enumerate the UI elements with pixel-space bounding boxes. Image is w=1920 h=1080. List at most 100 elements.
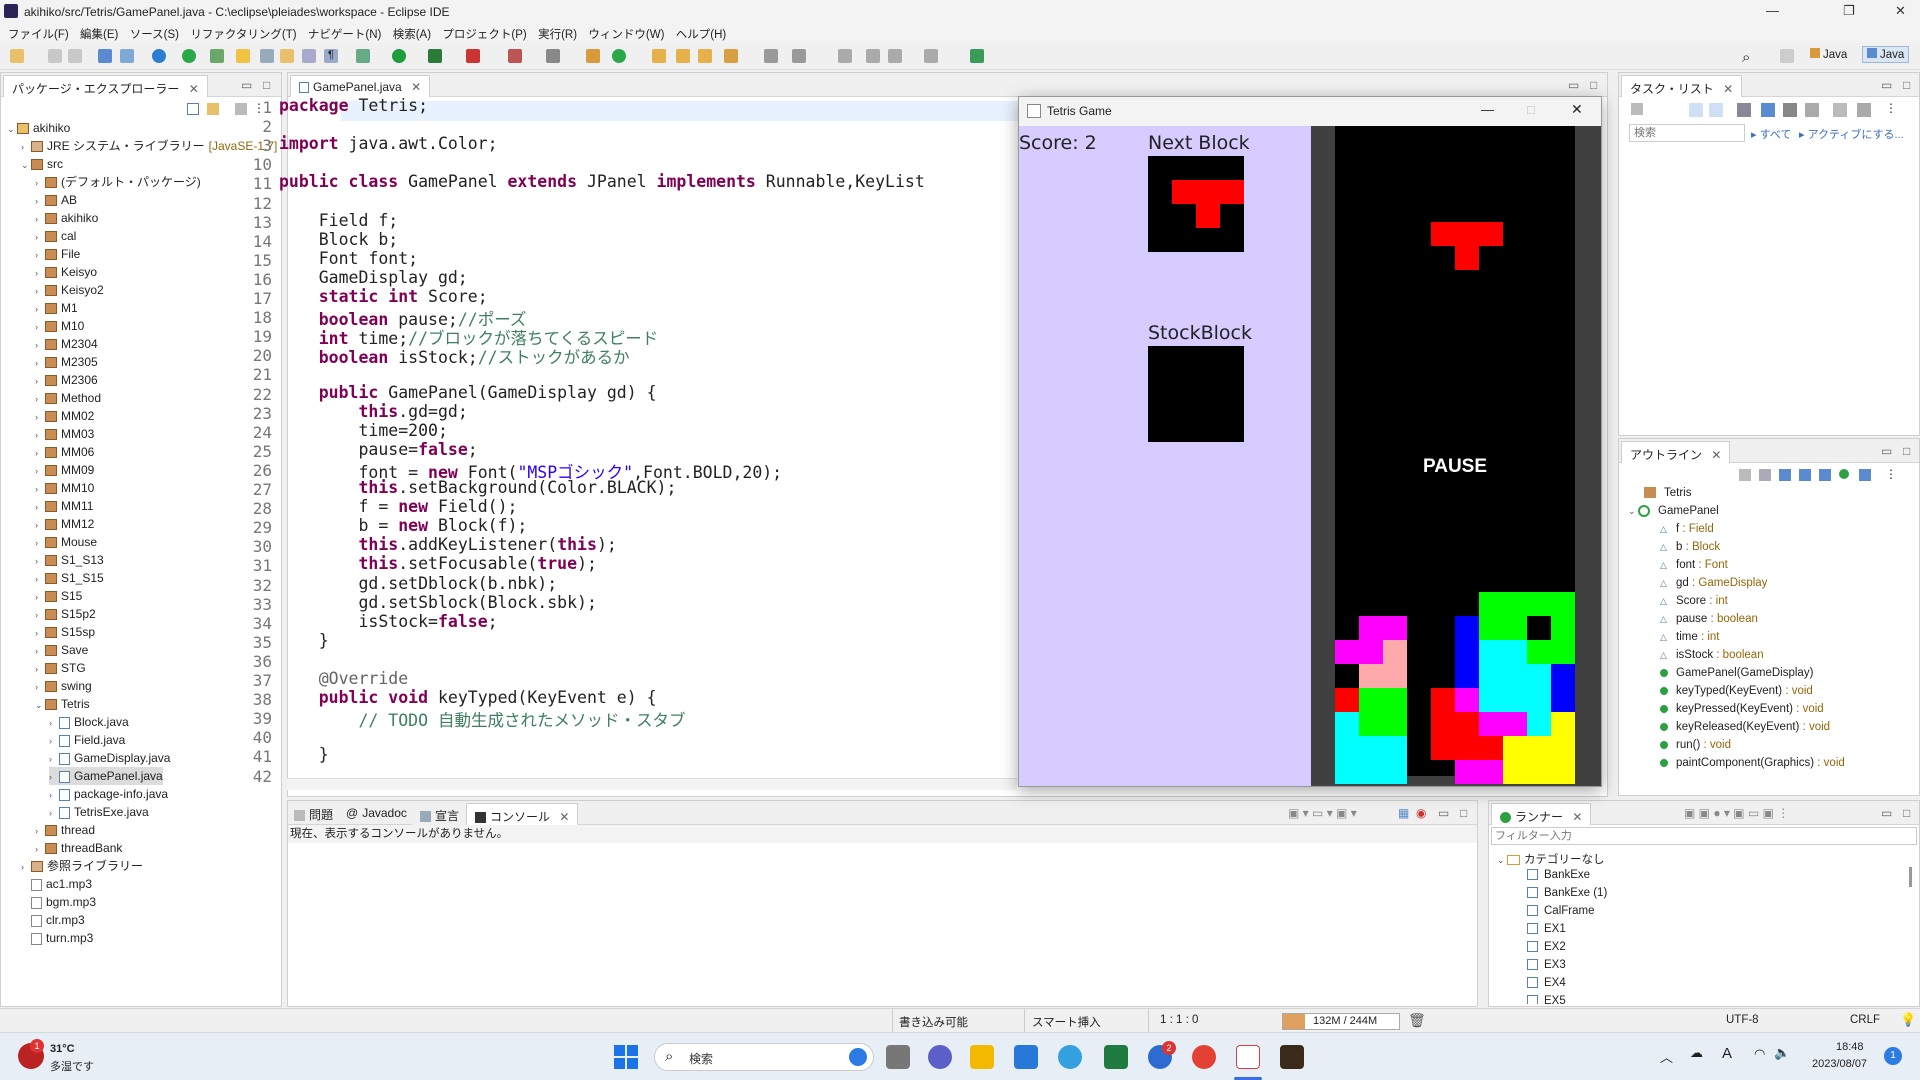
sync-icon[interactable] — [1833, 103, 1847, 117]
runner-category[interactable]: ⌄ カテゴリーなし — [1497, 851, 1605, 867]
filter-icon[interactable] — [1857, 103, 1871, 117]
clock-date[interactable]: 2023/08/07 — [1812, 1058, 1867, 1070]
hide-local-types-icon[interactable] — [1839, 469, 1849, 479]
close-icon[interactable]: ✕ — [1711, 448, 1721, 462]
explorer-item[interactable]: › S1_S13 — [35, 551, 104, 569]
collapse-icon[interactable] — [1783, 103, 1797, 117]
task-search-input[interactable] — [1629, 124, 1745, 142]
chrome-icon[interactable] — [1192, 1045, 1216, 1069]
tab-package-explorer[interactable]: パッケージ・エクスプローラー ✕ — [3, 75, 208, 97]
outline-field[interactable]: △ pause : boolean — [1660, 610, 1758, 628]
explorer-item[interactable]: › cal — [35, 227, 76, 245]
chevron-right-icon[interactable]: › — [35, 516, 45, 534]
hide-completed-icon[interactable] — [1761, 103, 1775, 117]
outline-method[interactable]: keyReleased(KeyEvent) : void — [1660, 718, 1830, 736]
chevron-right-icon[interactable]: › — [35, 534, 45, 552]
menu-edit[interactable]: 編集(E) — [80, 26, 118, 42]
task-view-icon[interactable] — [886, 1045, 910, 1069]
search-toolbar-icon[interactable] — [698, 49, 712, 63]
wifi-icon[interactable]: ◠ — [1754, 1046, 1765, 1062]
open-task-icon[interactable] — [676, 49, 690, 63]
outline-field[interactable]: △ isStock : boolean — [1660, 646, 1764, 664]
explorer-item[interactable]: ⌄ akihiko — [7, 119, 70, 137]
explorer-item[interactable]: ⌄ Tetris — [35, 695, 90, 713]
menu-navigate[interactable]: ナビゲート(N) — [308, 26, 381, 42]
chevron-right-icon[interactable]: › — [21, 858, 31, 876]
chevron-right-icon[interactable]: › — [35, 408, 45, 426]
disconnect-icon[interactable] — [546, 49, 560, 63]
explorer-item[interactable]: › Block.java — [49, 713, 129, 731]
menu-search[interactable]: 検索(A) — [393, 26, 431, 42]
close-icon[interactable]: ✕ — [1571, 101, 1583, 118]
maximize-view-icon[interactable]: □ — [1903, 78, 1910, 92]
outline-class[interactable]: ⌄ GamePanel — [1628, 502, 1719, 520]
explorer-item[interactable]: › GamePanel.java — [49, 767, 163, 785]
hide-fields-icon[interactable] — [1779, 469, 1791, 481]
explorer-item[interactable]: › package-info.java — [49, 785, 168, 803]
explorer-item[interactable]: › thread — [35, 821, 95, 839]
tab-console[interactable]: コンソール ✕ — [466, 803, 579, 825]
chevron-right-icon[interactable]: › — [35, 624, 45, 642]
chevron-right-icon[interactable]: › — [35, 390, 45, 408]
link-editor-icon[interactable] — [1859, 469, 1871, 481]
close-icon[interactable]: ✕ — [1572, 810, 1582, 824]
chevron-right-icon[interactable]: › — [35, 588, 45, 606]
outline-method[interactable]: paintComponent(Graphics) : void — [1660, 754, 1845, 772]
chevron-right-icon[interactable]: › — [35, 336, 45, 354]
heap-status[interactable]: 132M / 244M — [1282, 1013, 1400, 1030]
explorer-item[interactable]: › 参照ライブラリー — [21, 857, 143, 875]
tab-outline[interactable]: アウトライン ✕ — [1621, 441, 1731, 463]
view-menu-icon[interactable]: ⋮ — [253, 101, 265, 115]
outline-method[interactable]: run() : void — [1660, 736, 1731, 754]
chevron-right-icon[interactable]: › — [35, 462, 45, 480]
menu-window[interactable]: ウィンドウ(W) — [588, 26, 664, 42]
explorer-item[interactable]: › File — [35, 245, 80, 263]
explorer-item[interactable]: › M2305 — [35, 353, 98, 371]
search-icon[interactable]: ⌕ — [1742, 49, 1756, 66]
chevron-right-icon[interactable]: › — [49, 750, 59, 768]
maximize-icon[interactable]: ❐ — [1843, 3, 1855, 19]
outline-field[interactable]: △ gd : GameDisplay — [1660, 574, 1767, 592]
chevron-right-icon[interactable]: › — [49, 804, 59, 822]
chevron-right-icon[interactable]: › — [35, 246, 45, 264]
runner-scrollbar[interactable] — [1909, 867, 1912, 887]
expand-icon[interactable] — [1805, 103, 1819, 117]
highlight-icon[interactable] — [236, 49, 250, 63]
encoding[interactable]: UTF-8 — [1726, 1014, 1759, 1026]
volume-icon[interactable]: 🔈 — [1774, 1045, 1790, 1061]
explorer-item[interactable]: bgm.mp3 — [21, 893, 96, 911]
toggle-mark-icon[interactable] — [210, 49, 224, 63]
chevron-right-icon[interactable]: › — [35, 642, 45, 660]
tab-declaration[interactable]: 宣言 — [412, 803, 468, 825]
onedrive-icon[interactable]: ☁ — [1690, 1045, 1703, 1061]
store-icon[interactable] — [1014, 1045, 1038, 1069]
chevron-right-icon[interactable]: › — [35, 210, 45, 228]
filter-icon[interactable] — [235, 103, 247, 115]
run-icon[interactable] — [392, 49, 406, 63]
runner-item[interactable]: EX5 — [1527, 995, 1566, 1004]
explorer-item[interactable]: ac1.mp3 — [21, 875, 92, 893]
minimize-view-icon[interactable]: ▭ — [241, 78, 252, 92]
categorize-icon[interactable] — [1689, 103, 1703, 117]
terminal-icon[interactable] — [98, 49, 112, 63]
minimize-view-icon[interactable]: ▭ — [1881, 444, 1892, 458]
java-icon[interactable] — [1236, 1045, 1260, 1069]
tab-javadoc[interactable]: @ Javadoc — [346, 806, 407, 820]
runner-item[interactable]: EX4 — [1527, 977, 1566, 989]
external-tools-icon[interactable] — [466, 49, 480, 63]
new-class-icon[interactable] — [612, 49, 626, 63]
ime-icon[interactable]: A — [1722, 1045, 1732, 1062]
explorer-item[interactable]: turn.mp3 — [21, 929, 93, 947]
maximize-view-icon[interactable]: □ — [1590, 78, 1597, 92]
explorer-item[interactable]: › S15 — [35, 587, 82, 605]
chevron-down-icon[interactable]: ⌄ — [35, 696, 45, 714]
sort-icon[interactable] — [1759, 469, 1771, 481]
runner-toolbar-icons[interactable]: ▣ ▣ ● ▾ ▣ ▭ ▣ ⋮ — [1684, 806, 1789, 820]
excel-icon[interactable] — [1104, 1045, 1128, 1069]
stop-icon[interactable] — [508, 49, 522, 63]
chevron-right-icon[interactable]: › — [49, 786, 59, 804]
perspective-java-1[interactable]: Java — [1810, 48, 1847, 61]
explorer-item[interactable]: › swing — [35, 677, 92, 695]
menu-run[interactable]: 実行(R) — [538, 26, 577, 42]
chevron-right-icon[interactable]: › — [35, 480, 45, 498]
